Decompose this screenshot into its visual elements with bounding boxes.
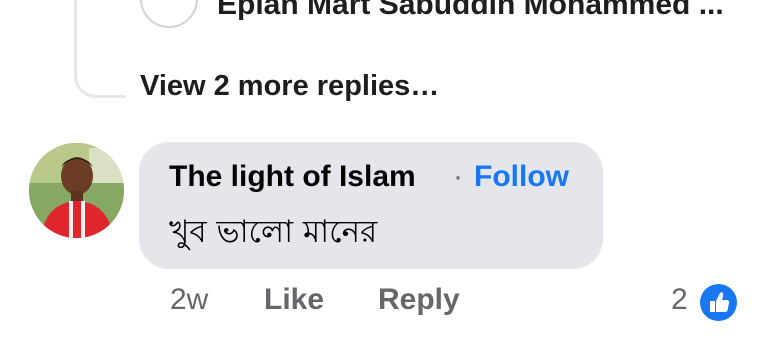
comment-text: খুব ভালো মানের xyxy=(169,214,378,250)
like-button[interactable]: Like xyxy=(264,283,324,317)
view-more-replies-link[interactable]: View 2 more replies… xyxy=(140,70,439,103)
reply-button[interactable]: Reply xyxy=(378,283,460,317)
thread-connector xyxy=(74,40,126,98)
commenter-avatar[interactable] xyxy=(29,143,124,238)
follow-button[interactable]: Follow xyxy=(474,160,569,194)
reaction-count[interactable]: 2 xyxy=(671,283,688,317)
comment-bubble: The light of Islam · Follow খুব ভালো মান… xyxy=(139,142,603,269)
separator-dot: · xyxy=(453,160,463,193)
avatar-photo xyxy=(29,143,124,238)
previous-reply-author[interactable]: Eplan Mart Sabuddin Mohammed ... xyxy=(217,0,724,22)
comment-author-name[interactable]: The light of Islam xyxy=(169,160,416,194)
thumbs-up-icon[interactable] xyxy=(700,284,737,321)
previous-reply-avatar[interactable] xyxy=(140,0,198,28)
comment-timestamp[interactable]: 2w xyxy=(170,283,208,317)
